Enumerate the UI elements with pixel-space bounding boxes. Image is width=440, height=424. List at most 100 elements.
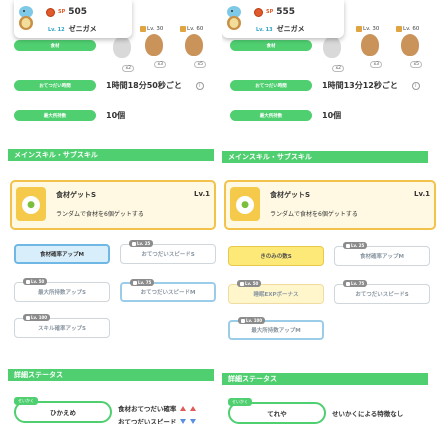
max-carry-row: 最大所持数 10個	[14, 110, 125, 121]
section-skills-header: メインスキル・サブスキル	[222, 151, 428, 163]
ingredient-slot-3[interactable]: Lv. 60 x5	[396, 26, 424, 68]
main-skill-level: Lv.1	[414, 190, 430, 198]
level-line: Lv. 13 ゼニガメ	[256, 24, 305, 34]
subskill-label: おてつだいスピードS	[355, 292, 409, 298]
max-carry-value: 10個	[106, 111, 126, 120]
ingredient-count: x3	[370, 61, 382, 68]
subskill-5[interactable]: Lv. 100 最大所持数アップM	[228, 317, 324, 340]
subskill-2[interactable]: Lv. 25 食材確率アップM	[334, 242, 430, 266]
sp-icon	[46, 7, 55, 17]
subskill-level-tag: Lv. 100	[23, 314, 51, 321]
max-carry-row: 最大所持数 10個	[230, 110, 341, 121]
main-skill-icon: ●	[230, 187, 260, 221]
left-pokemon-panel: SP 505 Lv. 12 ゼニガメ x2 Lv. 30 x3 Lv. 60 x…	[0, 0, 216, 424]
lock-icon	[140, 26, 146, 32]
subskill-level-tag: Lv. 50	[237, 280, 262, 287]
subskill-label: おてつだいスピードS	[141, 252, 195, 258]
help-time-label: おてつだい時間	[14, 80, 96, 91]
squirtle-icon	[19, 6, 33, 30]
sp-value: 505	[68, 7, 88, 17]
ingredient-level: Lv. 60	[180, 26, 208, 32]
arrow-up-icon	[190, 405, 197, 411]
info-icon[interactable]: i	[195, 81, 204, 90]
subskill-4[interactable]: Lv. 75 おてつだいスピードS	[334, 280, 430, 304]
right-pokemon-panel: SP 555 Lv. 13 ゼニガメ x2 Lv. 30 x3 Lv. 60 x…	[222, 0, 438, 424]
lock-icon	[356, 26, 362, 32]
subskill-level-tag: Lv. 75	[343, 280, 368, 287]
arrow-down-icon	[190, 418, 197, 424]
ingredient-icon	[145, 34, 163, 56]
lock-icon	[133, 280, 137, 285]
ingredient-slot-3[interactable]: Lv. 60 x5	[180, 26, 208, 68]
nature-stat-none: せいかくによる特徴なし	[332, 408, 403, 418]
help-time-row: おてつだい時間 1時間18分50秒ごと i	[14, 80, 204, 91]
arrow-down-icon	[180, 418, 187, 424]
main-skill-card[interactable]: ● 食材ゲットS Lv.1 ランダムで食材を6個ゲットする	[224, 180, 436, 230]
subskill-5[interactable]: Lv. 100 スキル確率アップS	[14, 314, 110, 338]
ingredient-count: x3	[154, 61, 166, 68]
apple-icon: ●	[22, 196, 40, 214]
nature-stat-label: おてつだいスピード	[118, 418, 177, 424]
subskill-level-tag: Lv. 75	[130, 279, 155, 286]
ingredient-count: x2	[332, 65, 344, 72]
main-skill-level: Lv.1	[194, 190, 210, 198]
apple-icon: ●	[236, 196, 254, 214]
ingredient-row: 食材	[230, 40, 312, 51]
sp-line: SP 505	[46, 7, 87, 17]
ingredient-count: x5	[194, 61, 206, 68]
nature-stat-label: 食材おてつだい確率	[118, 405, 177, 413]
ingredient-count: x2	[122, 65, 134, 72]
subskill-level-tag: Lv. 100	[238, 317, 266, 324]
ingredient-slot-2[interactable]: Lv. 30 x3	[140, 26, 168, 68]
info-icon[interactable]: i	[411, 81, 420, 90]
main-skill-desc: ランダムで食材を6個ゲットする	[56, 211, 144, 218]
ingredient-icon	[113, 36, 131, 58]
ingredient-label: 食材	[230, 40, 312, 51]
pokemon-header-card[interactable]: SP 555 Lv. 13 ゼニガメ	[222, 0, 344, 38]
max-carry-label: 最大所持数	[230, 110, 312, 121]
subskill-label: スキル確率アップS	[38, 326, 86, 332]
subskill-level-tag: Lv. 25	[343, 242, 368, 249]
main-skill-name: 食材ゲットS	[270, 191, 311, 199]
help-time-value: 1時間13分12秒ごと	[322, 81, 398, 90]
nature-stat-down: おてつだいスピード	[118, 416, 197, 424]
lock-icon	[346, 281, 350, 286]
ingredient-icon	[361, 34, 379, 56]
nature-stat-label: せいかくによる特徴なし	[332, 410, 404, 418]
max-carry-label: 最大所持数	[14, 110, 96, 121]
main-skill-card[interactable]: ● 食材ゲットS Lv.1 ランダムで食材を6個ゲットする	[10, 180, 216, 230]
subskill-label: きのみの数S	[260, 254, 292, 260]
subskill-2[interactable]: Lv. 25 おてつだいスピードS	[120, 240, 216, 264]
ingredient-row: 食材	[14, 40, 96, 51]
lock-icon	[26, 279, 30, 284]
subskill-1[interactable]: きのみの数S	[228, 246, 324, 266]
main-skill-icon: ●	[16, 187, 46, 221]
lock-icon	[240, 281, 244, 286]
lock-icon	[396, 26, 402, 32]
ingredient-count: x5	[410, 61, 422, 68]
nature-stat-up: 食材おてつだい確率	[118, 403, 197, 413]
section-status-header: 詳細ステータス	[222, 373, 428, 385]
ingredient-icon	[185, 34, 203, 56]
nature-tag: せいかく	[228, 398, 252, 406]
pokemon-header-card[interactable]: SP 505 Lv. 12 ゼニガメ	[14, 0, 132, 38]
max-carry-value: 10個	[322, 111, 342, 120]
subskill-4[interactable]: Lv. 75 おてつだいスピードM	[120, 279, 216, 302]
lock-icon	[241, 318, 245, 323]
sp-line: SP 555	[254, 7, 295, 17]
ingredient-slot-2[interactable]: Lv. 30 x3	[356, 26, 384, 68]
lock-icon	[180, 26, 186, 32]
lock-icon	[132, 241, 136, 246]
sp-value: 555	[276, 7, 296, 17]
subskill-1[interactable]: 食材確率アップM	[14, 244, 110, 264]
sp-label: SP	[58, 9, 66, 15]
main-skill-desc: ランダムで食材を6個ゲットする	[270, 211, 358, 218]
lock-icon	[346, 243, 350, 248]
subskill-level-tag: Lv. 50	[23, 278, 48, 285]
main-skill-name: 食材ゲットS	[56, 191, 97, 199]
ingredient-level: Lv. 60	[396, 26, 424, 32]
subskill-3[interactable]: Lv. 50 最大所持数アップS	[14, 278, 110, 302]
subskill-3[interactable]: Lv. 50 睡眠EXPボーナス	[228, 280, 324, 304]
squirtle-icon	[227, 6, 241, 30]
pokemon-level: Lv. 12	[48, 27, 65, 33]
